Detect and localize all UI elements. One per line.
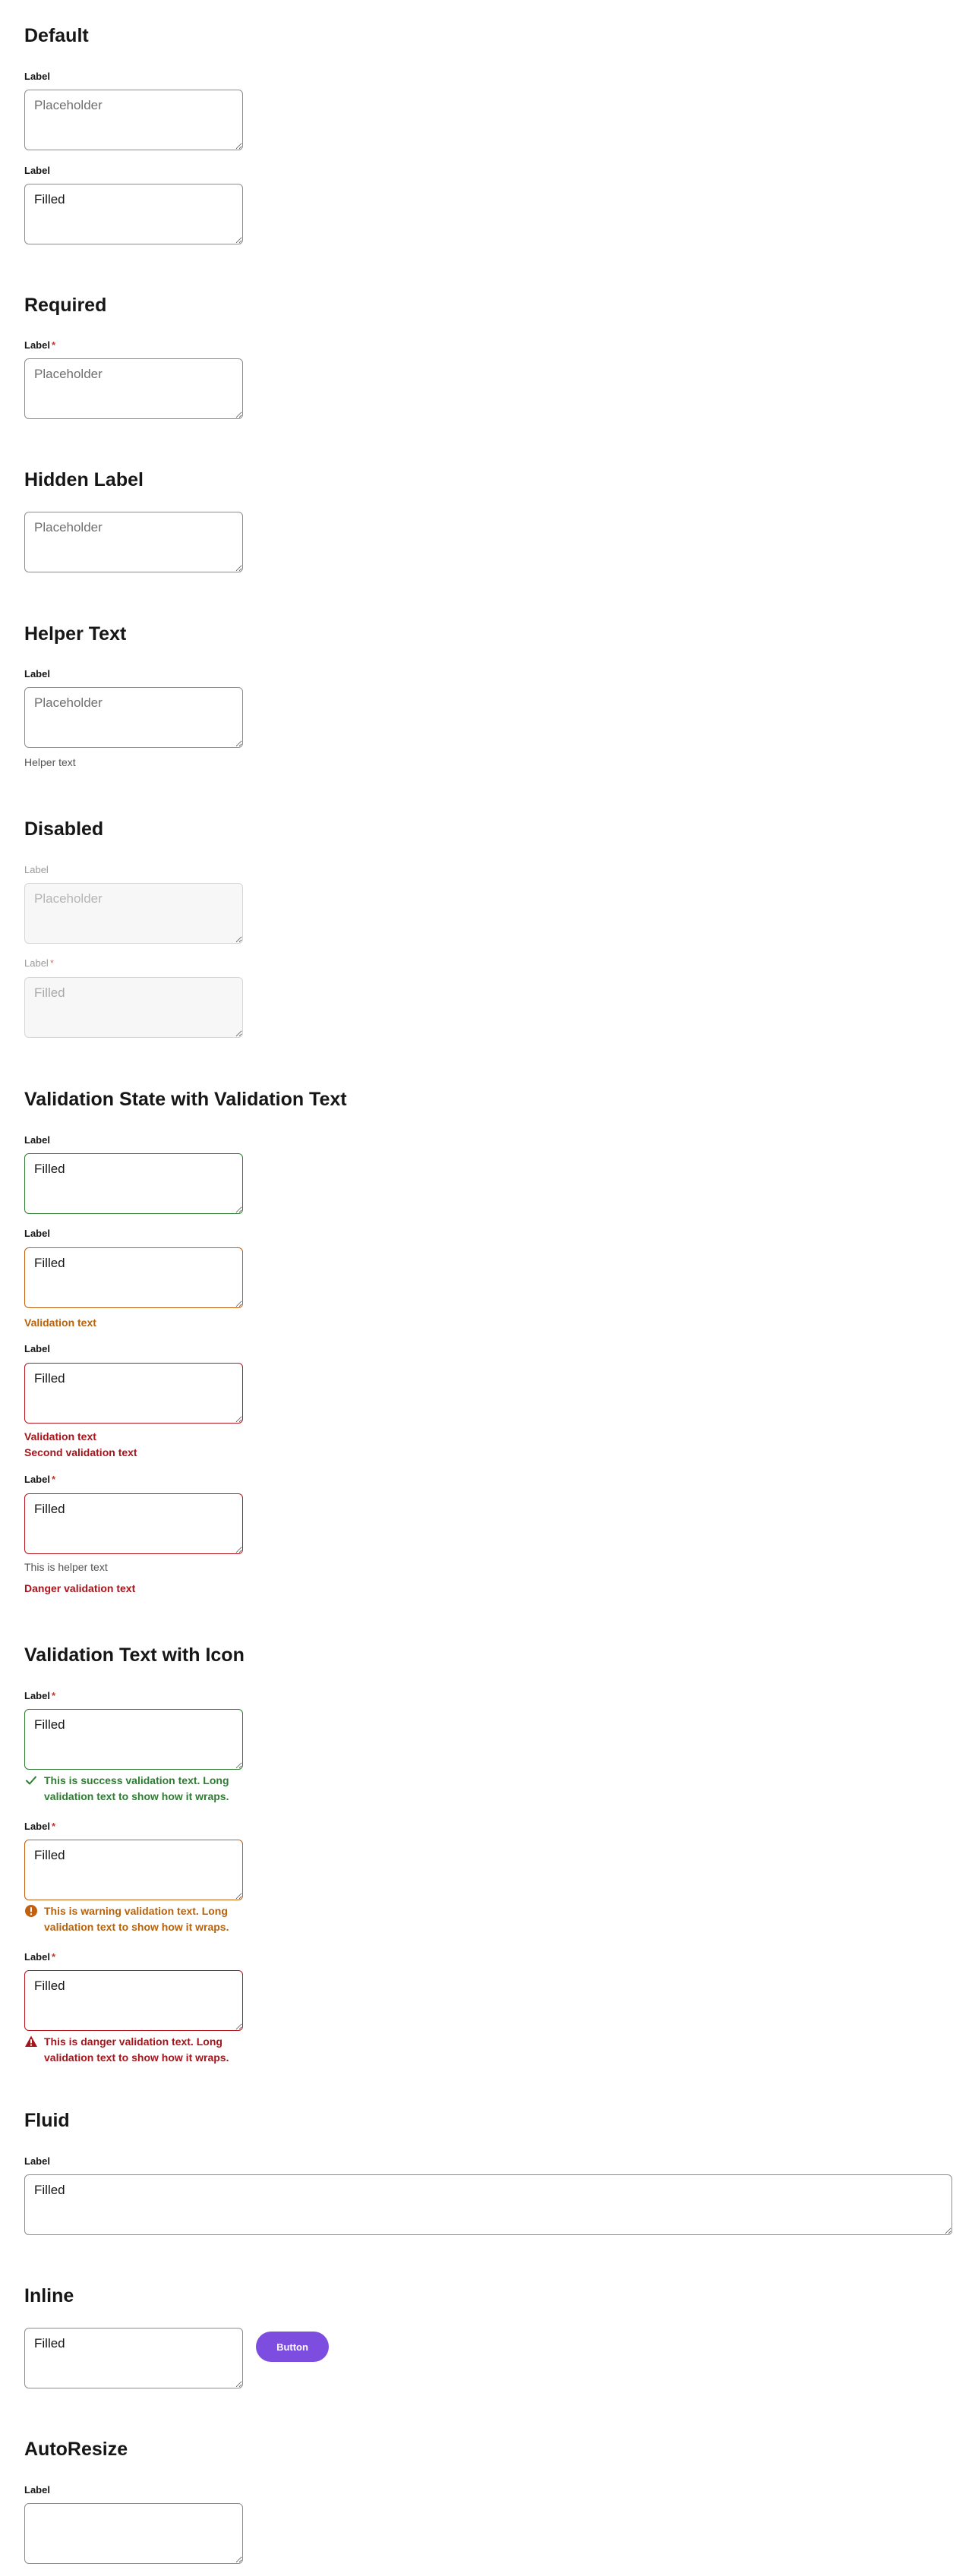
required-mark: * [49, 957, 54, 969]
danger-validation-text: Validation text [24, 1430, 96, 1442]
disabled-filled-textarea: Filled [24, 977, 243, 1038]
label-text: Label [24, 1690, 50, 1701]
default-placeholder-textarea[interactable] [24, 90, 243, 150]
field-label: Label * [24, 1821, 55, 1831]
danger-validation-text: Danger validation text [24, 1582, 136, 1594]
success-textarea[interactable]: Filled [24, 1153, 243, 1214]
success-validation-text: This is success validation text. Long va… [44, 1774, 229, 1802]
section-title-validation-icon: Validation Text with Icon [24, 1644, 245, 1666]
warning-validation-message: This is warning validation text. Long va… [24, 1903, 252, 1935]
helper-textarea[interactable] [24, 687, 243, 748]
autoresize-textarea[interactable] [24, 2503, 243, 2564]
section-title-helper-text: Helper Text [24, 623, 127, 645]
field-label: Label * [24, 1474, 55, 1484]
section-title-autoresize: AutoResize [24, 2439, 128, 2460]
required-textarea[interactable] [24, 358, 243, 419]
section-title-hidden-label: Hidden Label [24, 469, 144, 490]
inline-textarea[interactable]: Filled [24, 2328, 243, 2388]
section-title-disabled: Disabled [24, 818, 104, 840]
fluid-textarea[interactable]: Filled [24, 2174, 952, 2235]
helper-text: Helper text [24, 756, 76, 768]
label-text: Label [24, 957, 49, 969]
section-title-required: Required [24, 295, 107, 316]
required-mark: * [51, 1474, 56, 1485]
required-mark: * [51, 1821, 56, 1832]
warning-validation-text: This is warning validation text. Long va… [44, 1905, 229, 1933]
required-mark: * [51, 339, 56, 351]
warning-circle-icon [25, 1905, 37, 1917]
success-validation-message: This is success validation text. Long va… [24, 1773, 252, 1805]
danger-validation-text: This is danger validation text. Long val… [44, 2035, 229, 2064]
danger-textarea[interactable]: Filled [24, 1363, 243, 1424]
field-label: Label [24, 2155, 50, 2167]
field-label-disabled: Label [24, 864, 49, 875]
field-label: Label [24, 1228, 50, 1239]
label-text: Label [24, 1951, 50, 1963]
warning-validation-text: Validation text [24, 1316, 96, 1329]
danger-triangle-icon [25, 2035, 37, 2047]
section-title-inline: Inline [24, 2285, 74, 2306]
field-label: Label [24, 1343, 50, 1354]
field-label: Label * [24, 1691, 55, 1701]
checkmark-icon [26, 1776, 36, 1785]
warning-icon-textarea[interactable]: Filled [24, 1840, 243, 1900]
field-label: Label * [24, 1952, 55, 1962]
danger-validation-text-second: Second validation text [24, 1446, 137, 1458]
default-filled-textarea[interactable]: Filled [24, 184, 243, 244]
danger-required-textarea[interactable]: Filled [24, 1493, 243, 1554]
label-text: Label [24, 339, 50, 351]
field-label-disabled: Label * [24, 958, 54, 968]
helper-text: This is helper text [24, 1561, 108, 1573]
disabled-placeholder-textarea [24, 883, 243, 944]
field-label: Label [24, 165, 50, 176]
inline-button[interactable]: Button [256, 2332, 329, 2362]
success-icon-textarea[interactable]: Filled [24, 1709, 243, 1770]
label-text: Label [24, 1474, 50, 1485]
field-label: Label [24, 668, 50, 679]
field-label: Label [24, 2484, 50, 2496]
hidden-label-textarea[interactable] [24, 512, 243, 572]
section-title-validation-state: Validation State with Validation Text [24, 1089, 347, 1110]
required-mark: * [51, 1690, 56, 1701]
section-title-default: Default [24, 25, 89, 46]
warning-textarea[interactable]: Filled [24, 1247, 243, 1308]
danger-icon-textarea[interactable]: Filled [24, 1970, 243, 2031]
required-mark: * [51, 1951, 56, 1963]
danger-validation-message: This is danger validation text. Long val… [24, 2034, 252, 2066]
section-title-fluid: Fluid [24, 2110, 70, 2131]
field-label: Label * [24, 340, 55, 350]
field-label: Label [24, 1134, 50, 1146]
field-label: Label [24, 71, 50, 82]
label-text: Label [24, 1821, 50, 1832]
